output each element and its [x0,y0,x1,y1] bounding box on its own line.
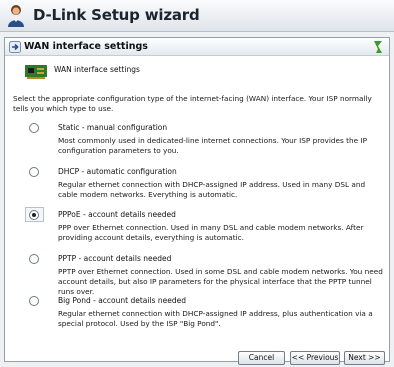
radio-big-pond[interactable] [29,296,39,306]
option-description: PPP over Ethernet connection. Used in ma… [58,223,364,242]
help-icon[interactable] [372,40,384,54]
option-title: Static - manual configuration [58,123,168,132]
option-title: PPPoE - account details needed [58,210,176,219]
user-avatar-icon [8,5,24,27]
cancel-button[interactable]: Cancel [238,351,285,365]
option-title: Big Pond - account details needed [58,296,186,305]
option-description: Regular ethernet connection with DHCP-as… [58,309,373,328]
radio-pptp[interactable] [29,254,39,264]
option-description: PPTP over Ethernet connection. Used in s… [58,267,383,296]
option-description: Regular ethernet connection with DHCP-as… [58,180,366,199]
radio-pppoe[interactable] [29,210,39,220]
section-title: WAN interface settings [54,65,140,74]
window-title: D-Link Setup wizard [33,6,200,24]
arrow-right-icon [9,41,21,53]
wizard-panel: WAN interface settings WAN interface set… [4,37,390,365]
panel-header: WAN interface settings [5,38,389,56]
option-description: Most commonly used in dedicated-line int… [58,136,367,155]
previous-button[interactable]: << Previous [290,351,340,365]
option-title: PPTP - account details needed [58,254,172,263]
option-title: DHCP - automatic configuration [58,167,177,176]
panel-header-title: WAN interface settings [24,41,148,52]
intro-text: Select the appropriate configuration typ… [13,94,372,113]
radio-dhcp[interactable] [29,167,39,177]
title-bar: D-Link Setup wizard [0,0,394,32]
network-card-icon [25,65,47,79]
radio-static[interactable] [29,123,39,133]
next-button[interactable]: Next >> [344,351,385,365]
